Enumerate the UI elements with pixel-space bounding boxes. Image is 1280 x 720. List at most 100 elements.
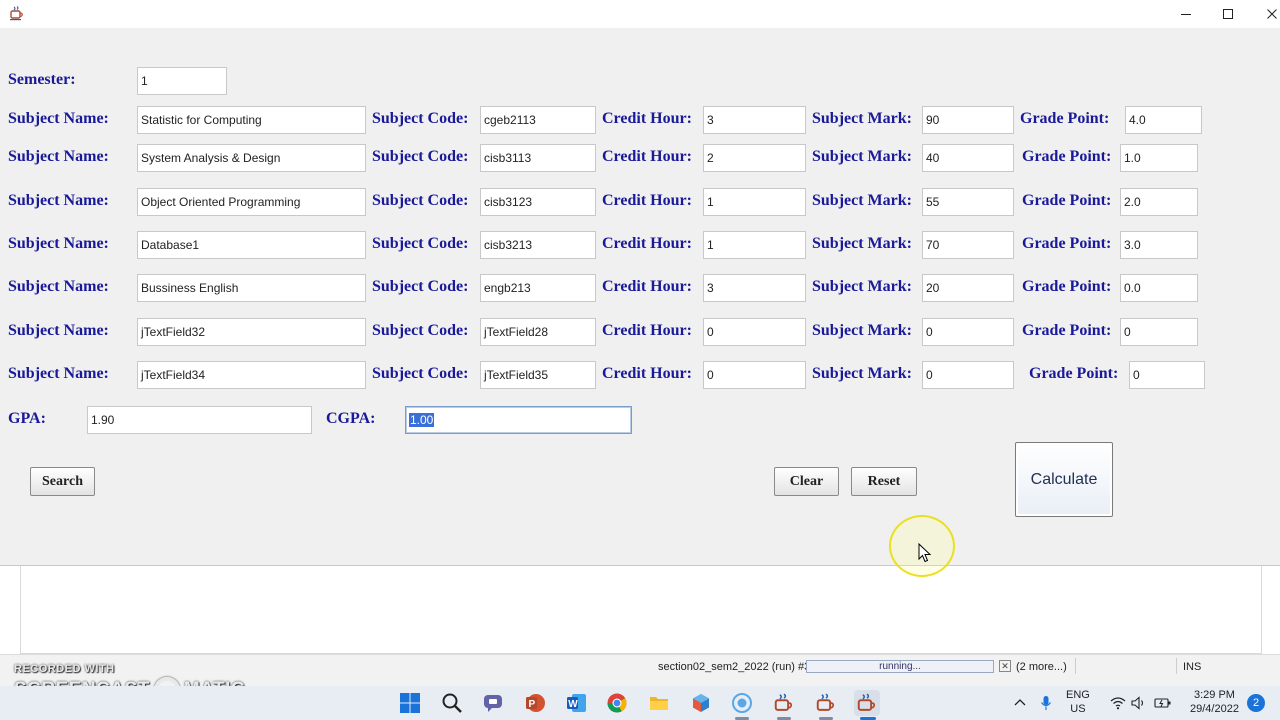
grade-point-input[interactable]: 0 bbox=[1129, 361, 1205, 389]
credit-hour-input[interactable]: 0 bbox=[703, 318, 806, 346]
subject-code-label: Subject Code: bbox=[372, 148, 469, 165]
credit-hour-input[interactable]: 3 bbox=[703, 106, 806, 134]
reset-button[interactable]: Reset bbox=[851, 467, 917, 496]
subject-code-input[interactable]: cisb3113 bbox=[480, 144, 596, 172]
subject-mark-input[interactable]: 0 bbox=[922, 361, 1014, 389]
close-icon bbox=[1267, 9, 1277, 19]
taskbar-java-app-button[interactable] bbox=[813, 690, 839, 716]
status-separator bbox=[1176, 658, 1177, 674]
taskbar-search-button[interactable] bbox=[439, 690, 465, 716]
taskbar-java-app-button[interactable] bbox=[771, 690, 797, 716]
clock[interactable]: 3:29 PM 29/4/2022 bbox=[1190, 688, 1239, 716]
grade-point-input[interactable]: 4.0 bbox=[1125, 106, 1202, 134]
cube-app-icon bbox=[693, 694, 709, 712]
minimize-button[interactable] bbox=[1164, 0, 1208, 28]
calculate-button[interactable]: Calculate bbox=[1015, 442, 1113, 517]
status-separator bbox=[1075, 658, 1076, 674]
chrome-icon bbox=[607, 693, 627, 713]
subject-mark-input[interactable]: 55 bbox=[922, 188, 1014, 216]
taskbar-file-explorer-button[interactable] bbox=[646, 690, 672, 716]
subject-code-label: Subject Code: bbox=[372, 365, 469, 382]
subject-code-input[interactable]: jTextField35 bbox=[480, 361, 596, 389]
grade-point-label: Grade Point: bbox=[1029, 365, 1119, 382]
subject-name-label: Subject Name: bbox=[8, 365, 109, 382]
notification-badge[interactable]: 2 bbox=[1247, 694, 1265, 712]
microphone-icon bbox=[1041, 696, 1051, 710]
grade-point-input[interactable]: 0.0 bbox=[1120, 274, 1198, 302]
tray-overflow-button[interactable] bbox=[1007, 690, 1033, 716]
grade-point-input[interactable]: 2.0 bbox=[1120, 188, 1198, 216]
window-title-bar[interactable] bbox=[0, 0, 1280, 28]
search-icon bbox=[442, 693, 462, 713]
tray-microphone-button[interactable] bbox=[1033, 690, 1059, 716]
clear-button[interactable]: Clear bbox=[774, 467, 839, 496]
subject-name-input[interactable]: Database1 bbox=[137, 231, 366, 259]
recorder-icon bbox=[732, 693, 752, 713]
grade-point-input[interactable]: 3.0 bbox=[1120, 231, 1198, 259]
credit-hour-input[interactable]: 2 bbox=[703, 144, 806, 172]
maximize-button[interactable] bbox=[1206, 0, 1250, 28]
subject-code-label: Subject Code: bbox=[372, 192, 469, 209]
grade-point-label: Grade Point: bbox=[1022, 235, 1112, 252]
subject-code-input[interactable]: cisb3123 bbox=[480, 188, 596, 216]
subject-name-input[interactable]: System Analysis & Design bbox=[137, 144, 366, 172]
cgpa-label: CGPA: bbox=[326, 410, 376, 427]
credit-hour-input[interactable]: 1 bbox=[703, 188, 806, 216]
credit-hour-input[interactable]: 1 bbox=[703, 231, 806, 259]
semester-label: Semester: bbox=[8, 71, 76, 88]
stop-task-icon[interactable]: ✕ bbox=[999, 660, 1011, 672]
input-language-indicator[interactable]: ENG US bbox=[1066, 688, 1090, 716]
close-button[interactable] bbox=[1250, 0, 1280, 28]
credit-hour-input[interactable]: 0 bbox=[703, 361, 806, 389]
search-button[interactable]: Search bbox=[30, 467, 95, 496]
subject-code-input[interactable]: jTextField28 bbox=[480, 318, 596, 346]
semester-input[interactable]: 1 bbox=[137, 67, 227, 95]
subject-name-input[interactable]: Object Oriented Programming bbox=[137, 188, 366, 216]
taskbar-chrome-button[interactable] bbox=[604, 690, 630, 716]
run-task-label: section02_sem2_2022 (run) #3 bbox=[658, 661, 811, 673]
grade-point-label: Grade Point: bbox=[1022, 192, 1112, 209]
subject-name-input[interactable]: Bussiness English bbox=[137, 274, 366, 302]
tray-volume-button[interactable] bbox=[1126, 690, 1152, 716]
subject-name-label: Subject Name: bbox=[8, 278, 109, 295]
taskbar-word-button[interactable]: W bbox=[563, 690, 589, 716]
run-progress-bar[interactable]: running... bbox=[806, 660, 994, 673]
gpa-calculator-window: Semester: 1 Subject Name: Statistic for C… bbox=[0, 0, 1280, 566]
grade-point-input[interactable]: 1.0 bbox=[1120, 144, 1198, 172]
subject-code-input[interactable]: cisb3213 bbox=[480, 231, 596, 259]
subject-code-label: Subject Code: bbox=[372, 235, 469, 252]
watermark-line1: RECORDED WITH bbox=[14, 663, 115, 675]
more-tasks-link[interactable]: (2 more...) bbox=[1016, 661, 1067, 673]
java-icon bbox=[774, 693, 793, 711]
subject-mark-label: Subject Mark: bbox=[812, 110, 912, 127]
subject-name-input[interactable]: jTextField32 bbox=[137, 318, 366, 346]
subject-mark-input[interactable]: 90 bbox=[922, 106, 1014, 134]
taskbar-powerpoint-button[interactable]: P bbox=[522, 690, 548, 716]
tray-battery-button[interactable] bbox=[1150, 690, 1176, 716]
lang-code: ENG bbox=[1066, 689, 1090, 701]
taskbar-chat-button[interactable] bbox=[480, 690, 506, 716]
cgpa-field[interactable]: 1.00 bbox=[405, 406, 632, 434]
grade-point-input[interactable]: 0 bbox=[1120, 318, 1198, 346]
credit-hour-label: Credit Hour: bbox=[602, 110, 692, 127]
subject-mark-input[interactable]: 70 bbox=[922, 231, 1014, 259]
subject-name-input[interactable]: Statistic for Computing bbox=[137, 106, 366, 134]
subject-code-input[interactable]: engb213 bbox=[480, 274, 596, 302]
subject-mark-input[interactable]: 0 bbox=[922, 318, 1014, 346]
subject-name-input[interactable]: jTextField34 bbox=[137, 361, 366, 389]
word-icon: W bbox=[567, 694, 586, 712]
credit-hour-input[interactable]: 3 bbox=[703, 274, 806, 302]
subject-code-input[interactable]: cgeb2113 bbox=[480, 106, 596, 134]
credit-hour-label: Credit Hour: bbox=[602, 322, 692, 339]
taskbar-recorder-button[interactable] bbox=[729, 690, 755, 716]
wifi-icon bbox=[1110, 697, 1126, 710]
start-button[interactable] bbox=[397, 690, 423, 716]
credit-hour-label: Credit Hour: bbox=[602, 235, 692, 252]
taskbar-app-button[interactable] bbox=[688, 690, 714, 716]
grade-point-label: Grade Point: bbox=[1022, 148, 1112, 165]
subject-mark-input[interactable]: 20 bbox=[922, 274, 1014, 302]
taskbar-java-app-button-active[interactable] bbox=[854, 690, 880, 716]
subject-mark-input[interactable]: 40 bbox=[922, 144, 1014, 172]
gpa-field[interactable]: 1.90 bbox=[87, 406, 312, 434]
insert-mode-indicator: INS bbox=[1183, 661, 1202, 673]
